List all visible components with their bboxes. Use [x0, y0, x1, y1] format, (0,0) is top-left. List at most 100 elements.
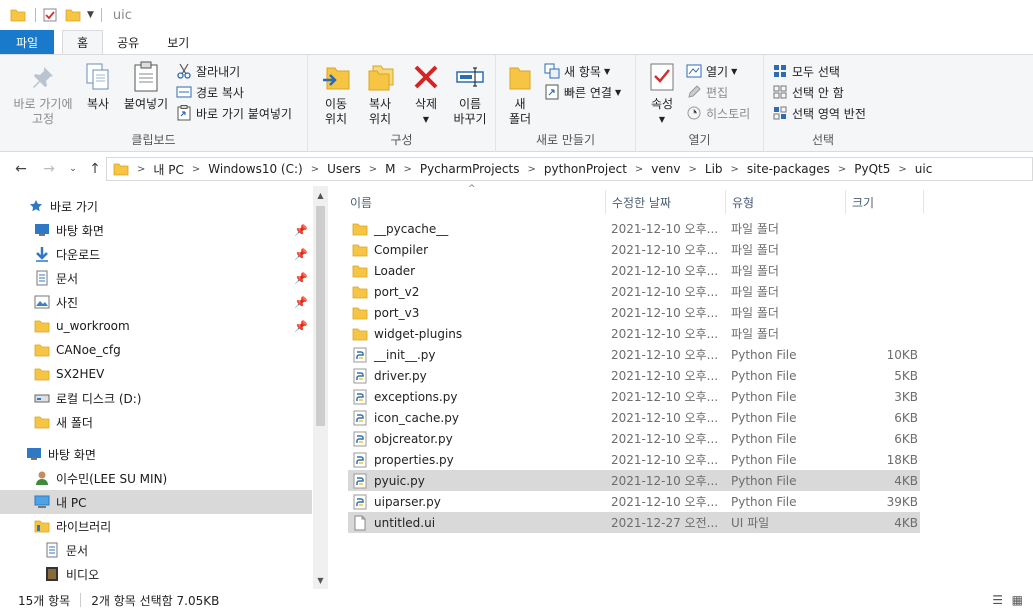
column-header-date[interactable]: 수정한 날짜 — [606, 190, 726, 214]
nav-item-documents[interactable]: 문서 📌 — [0, 266, 312, 290]
breadcrumb-item[interactable]: Windows10 (C:) — [208, 162, 302, 176]
paste-shortcut-button[interactable]: 바로 가기 붙여넣기 — [176, 103, 292, 123]
recent-dropdown-icon[interactable]: ⌄ — [64, 160, 82, 178]
breadcrumb-item[interactable]: site-packages — [747, 162, 830, 176]
file-size — [842, 239, 918, 260]
select-none-button[interactable]: 선택 안 함 — [772, 82, 844, 102]
breadcrumb-item[interactable]: Lib — [705, 162, 723, 176]
file-row[interactable]: driver.py 2021-12-10 오후... Python File 5KB — [348, 365, 920, 386]
edit-button[interactable]: 편집 — [686, 82, 728, 102]
copy-to-button[interactable]: 복사 위치 — [360, 61, 400, 127]
nav-this-pc[interactable]: 내 PC — [0, 490, 312, 514]
scroll-thumb[interactable] — [316, 206, 325, 426]
folder-icon — [352, 242, 368, 258]
nav-item-u-workroom[interactable]: u_workroom 📌 — [0, 314, 312, 338]
scroll-up-arrow-icon[interactable]: ▲ — [313, 188, 328, 202]
large-icons-view-icon[interactable]: ▦ — [1012, 593, 1023, 607]
address-bar[interactable]: > 내 PC > Windows10 (C:) > Users > M > Py… — [106, 157, 1033, 181]
details-view-icon[interactable]: ☰ — [992, 593, 1003, 607]
delete-button[interactable]: 삭제 ▼ — [406, 61, 446, 127]
nav-library-documents[interactable]: 문서 — [0, 538, 312, 562]
select-all-button[interactable]: 모두 선택 — [772, 61, 840, 81]
cut-button[interactable]: 잘라내기 — [176, 61, 240, 81]
nav-item-pictures[interactable]: 사진 📌 — [0, 290, 312, 314]
breadcrumb-item[interactable]: Users — [327, 162, 361, 176]
python-file-icon — [352, 368, 368, 384]
document-icon — [34, 270, 50, 286]
breadcrumb-item[interactable]: 내 PC — [153, 161, 183, 178]
open-button[interactable]: 열기 ▼ — [686, 61, 737, 81]
file-row[interactable]: Loader 2021-12-10 오후... 파일 폴더 — [348, 260, 920, 281]
nav-item-label: 다운로드 — [56, 247, 101, 262]
file-row[interactable]: untitled.ui 2021-12-27 오전... UI 파일 4KB — [348, 512, 920, 533]
open-icon — [686, 63, 702, 79]
tab-view[interactable]: 보기 — [153, 30, 203, 54]
tab-file[interactable]: 파일 — [0, 30, 55, 54]
column-header-type[interactable]: 유형 — [726, 190, 846, 214]
file-name-cell: port_v2 — [352, 281, 602, 302]
nav-library-videos[interactable]: 비디오 — [0, 562, 312, 586]
scroll-down-arrow-icon[interactable]: ▼ — [313, 573, 328, 587]
new-item-button[interactable]: 새 항목 ▼ — [544, 61, 610, 81]
breadcrumb-item[interactable]: M — [385, 162, 395, 176]
invert-selection-label: 선택 영역 반전 — [792, 106, 866, 121]
nav-item-desktop[interactable]: 바탕 화면 📌 — [0, 218, 312, 242]
move-to-button[interactable]: 이동 위치 — [316, 61, 356, 127]
invert-selection-button[interactable]: 선택 영역 반전 — [772, 103, 866, 123]
nav-user[interactable]: 이수민(LEE SU MIN) — [0, 466, 312, 490]
column-header-name[interactable]: 이름 — [344, 190, 606, 214]
back-arrow-icon[interactable]: ← — [12, 160, 30, 178]
file-row[interactable]: properties.py 2021-12-10 오후... Python File… — [348, 449, 920, 470]
breadcrumb-item[interactable]: venv — [651, 162, 680, 176]
nav-item-downloads[interactable]: 다운로드 📌 — [0, 242, 312, 266]
nav-item-local-disk-d[interactable]: 로컬 디스크 (D:) — [0, 386, 312, 410]
breadcrumb-item[interactable]: pythonProject — [544, 162, 627, 176]
file-size: 4KB — [894, 515, 918, 530]
properties-quick-icon[interactable] — [43, 8, 59, 22]
nav-item-canoe-cfg[interactable]: CANoe_cfg — [0, 338, 312, 362]
file-row[interactable]: __pycache__ 2021-12-10 오후... 파일 폴더 — [348, 218, 920, 239]
breadcrumb-item[interactable]: PyQt5 — [854, 162, 890, 176]
nav-item-new-folder[interactable]: 새 폴더 — [0, 410, 312, 434]
nav-quick-access[interactable]: 바로 가기 — [0, 194, 312, 218]
up-arrow-icon[interactable]: ↑ — [86, 160, 104, 178]
file-row[interactable]: port_v2 2021-12-10 오후... 파일 폴더 — [348, 281, 920, 302]
rename-button[interactable]: 이름 바꾸기 — [450, 61, 490, 127]
quick-access-dropdown-icon[interactable]: ▼ — [87, 10, 94, 20]
nav-libraries[interactable]: 라이브러리 — [0, 514, 312, 538]
nav-scrollbar[interactable]: ▲ ▼ — [313, 186, 328, 589]
file-name-cell: untitled.ui — [352, 512, 602, 533]
file-row[interactable]: widget-plugins 2021-12-10 오후... 파일 폴더 — [348, 323, 920, 344]
tab-share[interactable]: 공유 — [103, 30, 153, 54]
file-name: Loader — [374, 263, 416, 278]
file-row[interactable]: icon_cache.py 2021-12-10 오후... Python File… — [348, 407, 920, 428]
easy-access-button[interactable]: 빠른 연결 ▼ — [544, 82, 621, 102]
file-row[interactable]: exceptions.py 2021-12-10 오후... Python File… — [348, 386, 920, 407]
nav-item-label: 로컬 디스크 (D:) — [56, 391, 142, 406]
tab-home[interactable]: 홈 — [62, 30, 104, 54]
file-row[interactable]: __init__.py 2021-12-10 오후... Python File 10… — [348, 344, 920, 365]
nav-item-sx2hev[interactable]: SX2HEV — [0, 362, 312, 386]
copy-to-label: 복사 위치 — [368, 97, 392, 126]
new-folder-button[interactable]: 새 폴더 — [504, 61, 536, 127]
pin-quick-access-button[interactable]: 바로 가기에 고정 — [8, 61, 78, 127]
copy-path-button[interactable]: 경로 복사 — [176, 82, 244, 102]
breadcrumb-item[interactable]: PycharmProjects — [420, 162, 520, 176]
history-button[interactable]: 히스토리 — [686, 103, 750, 123]
copy-button[interactable]: 복사 — [80, 61, 116, 112]
file-row[interactable]: objcreator.py 2021-12-10 오후... Python File… — [348, 428, 920, 449]
file-row[interactable]: uiparser.py 2021-12-10 오후... Python File 39… — [348, 491, 920, 512]
group-new: 새 폴더 새 항목 ▼ 빠른 연결 ▼ 새로 만들기 — [496, 55, 636, 152]
new-item-dropdown-icon: ▼ — [603, 66, 611, 76]
file-row[interactable]: pyuic.py 2021-12-10 오후... Python File 4KB — [348, 470, 920, 491]
nav-desktop[interactable]: 바탕 화면 — [0, 442, 312, 466]
breadcrumb-item[interactable]: uic — [915, 162, 933, 176]
column-header-size[interactable]: 크기 — [846, 190, 924, 214]
file-row[interactable]: Compiler 2021-12-10 오후... 파일 폴더 — [348, 239, 920, 260]
paste-button[interactable]: 붙여넣기 — [120, 61, 172, 112]
forward-arrow-icon[interactable]: → — [40, 160, 58, 178]
file-row[interactable]: port_v3 2021-12-10 오후... 파일 폴더 — [348, 302, 920, 323]
new-folder-quick-icon[interactable] — [65, 8, 81, 22]
file-name-cell: driver.py — [352, 365, 602, 386]
properties-button[interactable]: 속성 ▼ — [644, 61, 680, 127]
